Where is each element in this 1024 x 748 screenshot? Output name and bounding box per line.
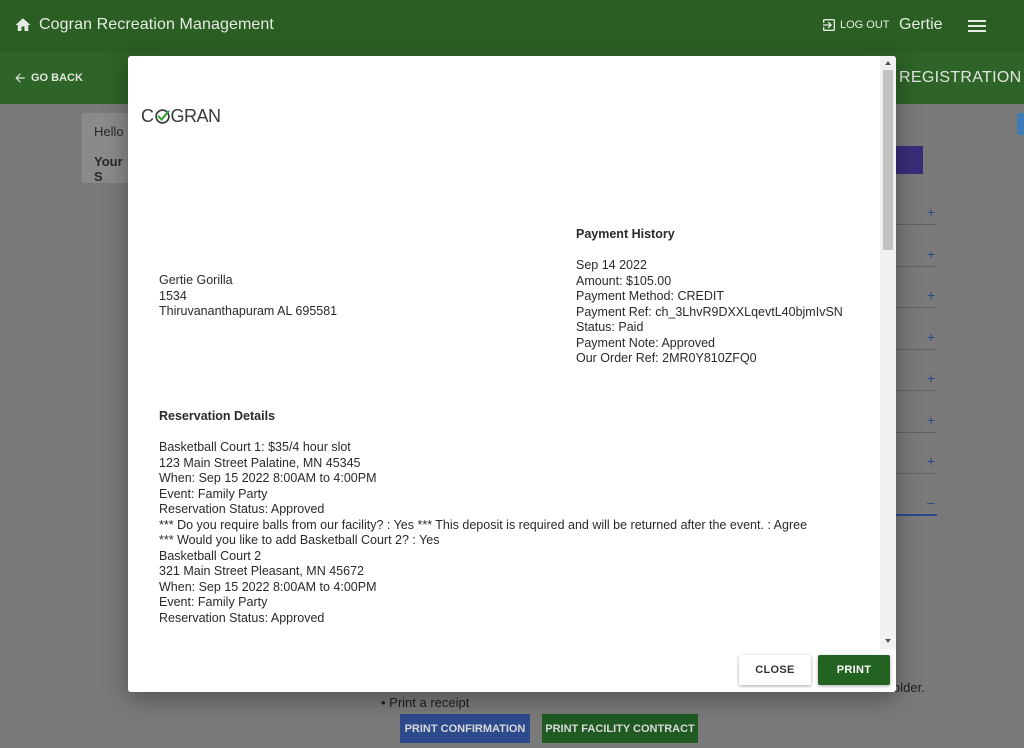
expand-icon[interactable]: + bbox=[927, 370, 935, 386]
reservation-line: 123 Main Street Palatine, MN 45345 bbox=[159, 455, 361, 470]
reservation-line: When: Sep 15 2022 8:00AM to 4:00PM bbox=[159, 471, 377, 485]
welcome-subtitle: Your S bbox=[94, 154, 123, 184]
user-name[interactable]: Gertie bbox=[899, 16, 943, 34]
side-tab[interactable] bbox=[1017, 113, 1024, 135]
payment-amount: Amount: $105.00 bbox=[576, 273, 672, 288]
reservation-line: *** Would you like to add Basketball Cou… bbox=[159, 533, 440, 547]
arrow-left-icon bbox=[15, 73, 25, 83]
reservation-line: 321 Main Street Pleasant, MN 45672 bbox=[159, 564, 364, 578]
menu-icon[interactable] bbox=[968, 18, 986, 34]
accordion-divider bbox=[896, 432, 937, 433]
active-accordion-underline bbox=[896, 514, 937, 516]
expand-icon[interactable]: + bbox=[927, 246, 935, 262]
reservation-details: Reservation Details Basketball Court 1: … bbox=[159, 409, 807, 626]
home-icon[interactable] bbox=[14, 16, 32, 34]
payment-method: Payment Method: CREDIT bbox=[576, 289, 724, 303]
reservation-heading: Reservation Details bbox=[159, 409, 276, 423]
payment-note: Payment Note: Approved bbox=[576, 335, 715, 350]
welcome-card: Hello Your S bbox=[82, 113, 130, 184]
payment-status: Status: Paid bbox=[576, 320, 644, 334]
order-ref: Our Order Ref: 2MR0Y810ZFQ0 bbox=[576, 351, 757, 365]
receipt-document[interactable]: C GRAN Gertie Gorilla 1534 Thiruvanantha… bbox=[128, 56, 880, 649]
logout-icon bbox=[823, 19, 835, 31]
accordion-divider bbox=[896, 224, 937, 225]
address-line-2: Thiruvananthapuram AL 695581 bbox=[159, 304, 338, 318]
print-confirmation-button[interactable]: PRINT CONFIRMATION bbox=[400, 714, 530, 743]
billing-address: Gertie Gorilla 1534 Thiruvananthapuram A… bbox=[159, 273, 337, 320]
expand-icon[interactable]: + bbox=[927, 412, 935, 428]
reservation-line: Reservation Status: Approved bbox=[159, 610, 325, 625]
accordion-divider bbox=[896, 266, 937, 267]
reservation-line: Basketball Court 2 bbox=[159, 548, 262, 563]
background-text: older. bbox=[893, 680, 925, 695]
payment-date: Sep 14 2022 bbox=[576, 258, 647, 272]
reservation-line: Event: Family Party bbox=[159, 486, 268, 501]
reservation-line: *** Do you require balls from our facili… bbox=[159, 517, 808, 532]
close-button[interactable]: CLOSE bbox=[739, 655, 811, 685]
payment-ref: Payment Ref: ch_3LhvR9DXXLqevtL40bjmIvSN bbox=[576, 304, 843, 319]
scroll-up-icon[interactable] bbox=[885, 61, 891, 65]
logout-label: LOG OUT bbox=[840, 19, 890, 31]
background-action-button[interactable] bbox=[896, 146, 923, 174]
print-receipt-bullet: • Print a receipt bbox=[381, 695, 470, 710]
reservation-line: When: Sep 15 2022 8:00AM to 4:00PM bbox=[159, 579, 377, 594]
app-header: Cogran Recreation Management LOG OUT Ger… bbox=[0, 0, 1024, 52]
welcome-hello: Hello bbox=[94, 124, 124, 139]
print-button[interactable]: PRINT bbox=[818, 655, 890, 685]
receipt-dialog: C GRAN Gertie Gorilla 1534 Thiruvanantha… bbox=[128, 56, 896, 692]
reservation-line: Reservation Status: Approved bbox=[159, 502, 325, 516]
scrollbar-thumb[interactable] bbox=[883, 70, 893, 250]
page-heading: REGISTRATION bbox=[899, 69, 1022, 86]
accordion-divider bbox=[896, 349, 937, 350]
accordion-divider bbox=[896, 307, 937, 308]
logo-text-end: GRAN bbox=[170, 106, 222, 126]
accordion-divider bbox=[896, 390, 937, 391]
expand-icon[interactable]: + bbox=[927, 453, 935, 469]
expand-icon[interactable]: + bbox=[927, 329, 935, 345]
address-line-1: 1534 bbox=[159, 288, 187, 303]
logo-check-icon bbox=[154, 109, 170, 124]
payment-history: Payment History Sep 14 2022 Amount: $105… bbox=[576, 227, 843, 367]
accordion-divider bbox=[896, 473, 937, 474]
scroll-down-icon[interactable] bbox=[885, 639, 891, 643]
expand-icon[interactable]: + bbox=[927, 287, 935, 303]
logout-button[interactable]: LOG OUT bbox=[821, 17, 890, 33]
payment-history-heading: Payment History bbox=[576, 227, 675, 241]
logo-text-start: C bbox=[141, 106, 154, 126]
collapse-icon[interactable]: – bbox=[927, 494, 935, 510]
expand-icon[interactable]: + bbox=[927, 204, 935, 220]
app-title: Cogran Recreation Management bbox=[39, 16, 274, 33]
go-back-button[interactable]: GO BACK bbox=[13, 71, 83, 85]
print-facility-contract-button[interactable]: PRINT FACILITY CONTRACT bbox=[542, 714, 698, 743]
dialog-footer: CLOSE PRINT bbox=[128, 649, 896, 692]
dialog-scrollbar[interactable] bbox=[880, 56, 896, 649]
customer-name: Gertie Gorilla bbox=[159, 273, 233, 287]
reservation-line: Event: Family Party bbox=[159, 595, 268, 609]
cogran-logo: C GRAN bbox=[141, 106, 221, 127]
reservation-line: Basketball Court 1: $35/4 hour slot bbox=[159, 440, 351, 454]
go-back-label: GO BACK bbox=[31, 72, 83, 84]
